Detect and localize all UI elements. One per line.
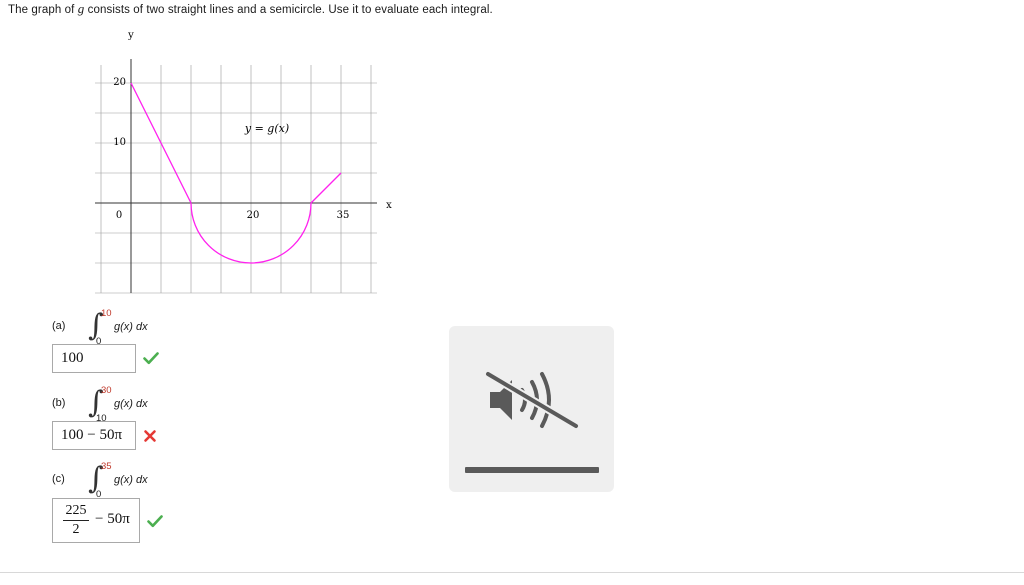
y-tick-label-20: 20	[113, 77, 126, 88]
answer-c-rest: − 50π	[95, 511, 130, 527]
curve-line-segment-2	[310, 172, 342, 204]
integral-c-integrand: g(x) dx	[114, 474, 148, 486]
fraction-bar	[63, 520, 89, 521]
answer-b-input[interactable]: 100 − 50π	[52, 421, 136, 450]
tick-labels: 0 20 35 20 10 x y y = g(x)	[113, 30, 392, 221]
integral-b-upper: 30	[101, 385, 112, 396]
graph-of-g: 0 20 35 20 10 x y y = g(x)	[95, 30, 392, 294]
integral-a-integrand: g(x) dx	[114, 321, 148, 333]
correct-check-icon	[147, 515, 163, 528]
x-axis-label: x	[386, 200, 392, 211]
answer-c-input[interactable]: 225 2 − 50π	[52, 498, 140, 543]
integral-c-upper: 35	[101, 461, 112, 472]
answer-c-denominator: 2	[72, 522, 80, 537]
answer-c-fraction: 225 2	[63, 503, 89, 538]
answer-b-value: 100 − 50π	[61, 427, 123, 443]
muted-speaker-icon[interactable]	[482, 364, 582, 434]
x-tick-label-20: 20	[247, 210, 260, 221]
integral-a-upper: 10	[101, 308, 112, 319]
integral-a: ∫ 10 0 g(x) dx	[88, 308, 198, 348]
curve-label: y = g(x)	[244, 122, 289, 135]
correct-check-icon	[143, 352, 159, 365]
media-player-panel[interactable]	[449, 326, 614, 492]
integral-c: ∫ 35 0 g(x) dx	[88, 461, 198, 501]
incorrect-cross-icon	[144, 430, 156, 442]
part-c-label: (c)	[52, 473, 65, 485]
answer-a-value: 100	[61, 350, 84, 366]
integral-b: ∫ 30 10 g(x) dx	[88, 385, 198, 425]
integral-b-integrand: g(x) dx	[114, 398, 148, 410]
bottom-divider	[0, 572, 1024, 573]
y-tick-label-10: 10	[113, 137, 126, 148]
answer-a-input[interactable]: 100	[52, 344, 136, 373]
axes	[95, 59, 377, 293]
x-tick-label-0: 0	[116, 210, 122, 221]
part-a-label: (a)	[52, 320, 66, 332]
volume-slider[interactable]	[465, 467, 599, 473]
x-tick-label-35: 35	[337, 210, 350, 221]
y-axis-label: y	[127, 30, 134, 41]
part-b-label: (b)	[52, 397, 66, 409]
answer-c-numerator: 225	[65, 503, 87, 518]
